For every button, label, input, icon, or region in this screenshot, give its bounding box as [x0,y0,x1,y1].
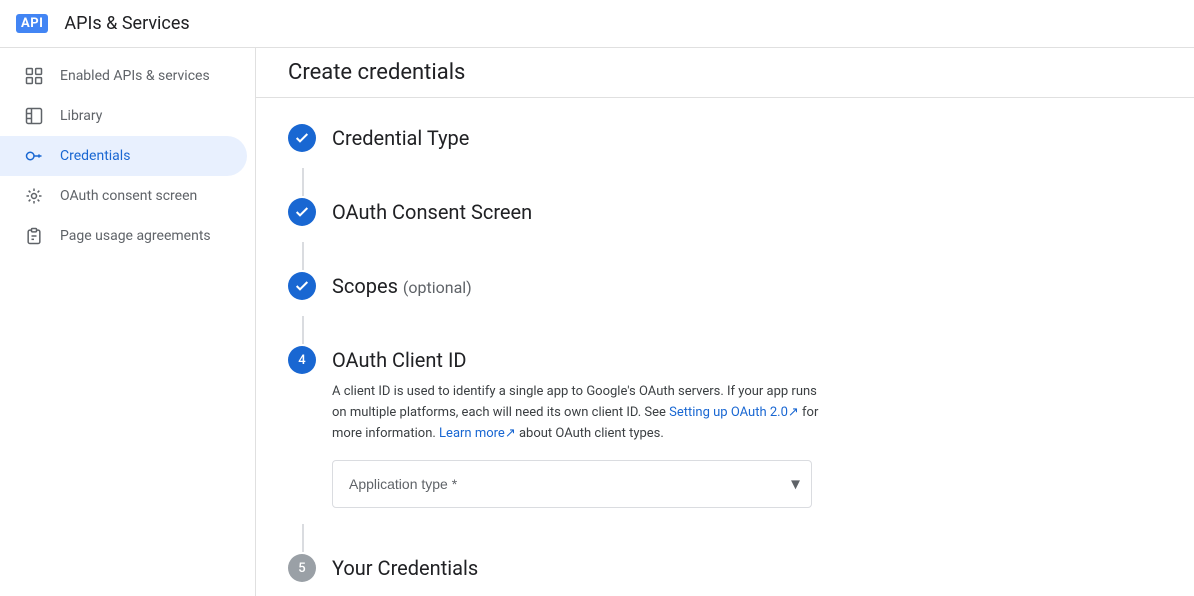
dropdown-wrapper: Application type * Web application Andro… [332,460,812,508]
api-badge: API [16,14,48,33]
step-4-number: 4 [288,346,316,374]
step-4-title: OAuth Client ID [332,344,1162,374]
step-3-title: Scopes (optional) [332,270,1162,300]
grid-icon [24,66,44,86]
step-1-check [288,124,316,152]
sidebar-label-library: Library [60,108,102,124]
sidebar-item-credentials[interactable]: Credentials [0,136,247,176]
agreement-icon [24,226,44,246]
step-1-connector [302,168,304,196]
step-4-connector [302,524,304,552]
oauth-icon [24,186,44,206]
step-3-row: Scopes (optional) [288,270,1162,316]
step-5-icon: 5 [288,554,316,582]
step-2-content: OAuth Consent Screen [332,196,1162,242]
service-title: APIs & Services [64,13,189,34]
application-type-select[interactable]: Application type * Web application Andro… [332,460,812,508]
key-icon [24,146,44,166]
step-2-check [288,198,316,226]
step-4-row: 4 OAuth Client ID A client ID is used to… [288,344,1162,524]
sidebar-label-page-usage: Page usage agreements [60,228,211,244]
step-4-content: OAuth Client ID A client ID is used to i… [332,344,1162,524]
top-header: API APIs & Services [0,0,1194,48]
step-1-icon [288,124,316,152]
page-title: Create credentials [256,48,1194,98]
step-5-row: 5 Your Credentials [288,552,1162,596]
step-3-optional: (optional) [403,278,472,297]
step-5-title: Your Credentials [332,552,1162,582]
main-layout: Enabled APIs & services Library Creden [0,48,1194,596]
step-3-content: Scopes (optional) [332,270,1162,316]
sidebar: Enabled APIs & services Library Creden [0,48,256,596]
step-2-connector [302,242,304,270]
sidebar-item-library[interactable]: Library [0,96,247,136]
step-2-icon [288,198,316,226]
setup-oauth-link[interactable]: Setting up OAuth 2.0↗ [669,405,802,420]
step-3-connector [302,316,304,344]
sidebar-label-enabled-apis: Enabled APIs & services [60,68,210,84]
step-1-title: Credential Type [332,122,1162,152]
learn-more-link[interactable]: Learn more↗ [439,426,519,441]
content-area: Create credentials Credential Type [256,48,1194,596]
sidebar-item-page-usage[interactable]: Page usage agreements [0,216,247,256]
steps-container: Credential Type OAuth Consent Screen [256,98,1194,596]
sidebar-item-enabled-apis[interactable]: Enabled APIs & services [0,56,247,96]
step-4-icon: 4 [288,346,316,374]
step-1-content: Credential Type [332,122,1162,168]
sidebar-item-oauth-consent[interactable]: OAuth consent screen [0,176,247,216]
application-type-container: Application type * Web application Andro… [332,460,812,508]
step-3-icon [288,272,316,300]
step-3-check [288,272,316,300]
step-2-row: OAuth Consent Screen [288,196,1162,242]
step-5-number: 5 [288,554,316,582]
step-1-row: Credential Type [288,122,1162,168]
step-5-content: Your Credentials [332,552,1162,596]
sidebar-label-credentials: Credentials [60,148,130,164]
sidebar-label-oauth-consent: OAuth consent screen [60,188,197,204]
step-4-description: A client ID is used to identify a single… [332,382,832,444]
step-2-title: OAuth Consent Screen [332,196,1162,226]
library-icon [24,106,44,126]
